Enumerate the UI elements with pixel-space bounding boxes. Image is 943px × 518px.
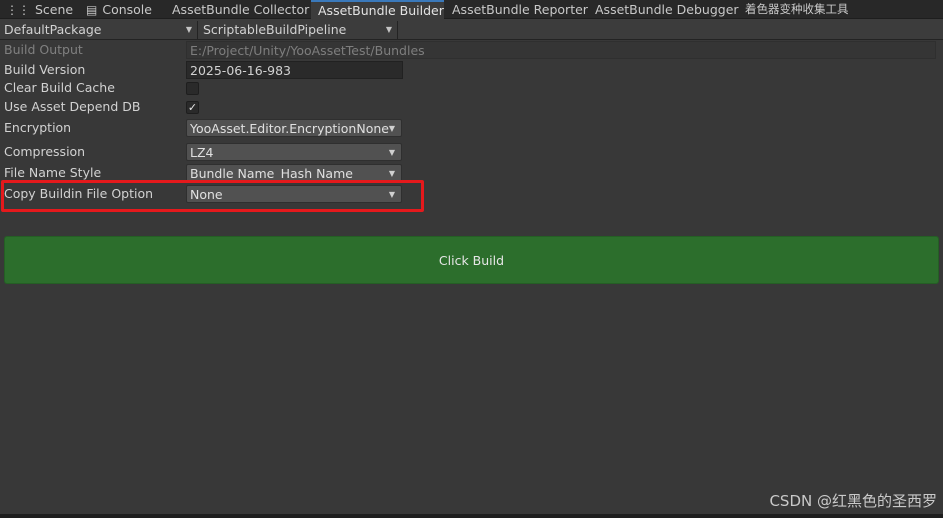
build-version-label: Build Version (4, 62, 86, 77)
tab-console[interactable]: ▤ Console (86, 0, 152, 19)
compression-value: LZ4 (190, 145, 214, 160)
chevron-down-icon: ▼ (185, 25, 192, 34)
tab-assetbundle-builder[interactable]: AssetBundle Builder (311, 0, 444, 19)
use-asset-depend-db-label: Use Asset Depend DB (4, 99, 141, 114)
grid-icon: ⋮⋮ (6, 3, 30, 17)
watermark: CSDN @红黑色的圣西罗 (769, 492, 937, 510)
clear-build-cache-label: Clear Build Cache (4, 80, 115, 95)
tab-collector-label: AssetBundle Collector (172, 2, 310, 17)
pipeline-dropdown[interactable]: ScriptableBuildPipeline ▼ (199, 21, 398, 39)
tab-builder-label: AssetBundle Builder (318, 3, 444, 18)
tab-shader-variant-collector[interactable]: 着色器变种收集工具 (745, 0, 849, 19)
bottom-edge (0, 514, 943, 518)
tab-assetbundle-collector[interactable]: AssetBundle Collector (172, 0, 309, 19)
build-output-field: E:/Project/Unity/YooAssetTest/Bundles (186, 41, 936, 59)
tab-reporter-label: AssetBundle Reporter (452, 2, 588, 17)
encryption-dropdown[interactable]: YooAsset.Editor.EncryptionNone ▼ (186, 119, 402, 137)
tab-shader-label: 着色器变种收集工具 (745, 2, 849, 16)
tab-assetbundle-debugger[interactable]: AssetBundle Debugger (595, 0, 739, 19)
encryption-value: YooAsset.Editor.EncryptionNone (190, 121, 389, 136)
build-output-label: Build Output (4, 42, 83, 57)
package-dropdown-value: DefaultPackage (4, 22, 102, 37)
click-build-button[interactable]: Click Build (4, 236, 939, 284)
compression-dropdown[interactable]: LZ4 ▼ (186, 143, 402, 161)
tab-scene[interactable]: ⋮⋮ Scene (6, 0, 73, 19)
file-name-style-value: Bundle Name_Hash Name (190, 166, 353, 181)
tab-debugger-label: AssetBundle Debugger (595, 2, 739, 17)
chevron-down-icon: ▼ (385, 25, 392, 34)
tab-console-label: Console (102, 2, 152, 17)
compression-label: Compression (4, 144, 86, 159)
highlight-box (1, 180, 424, 212)
clear-build-cache-checkbox[interactable] (186, 82, 199, 95)
use-asset-depend-db-checkbox[interactable]: ✓ (186, 101, 199, 114)
checkmark-icon: ✓ (187, 101, 198, 114)
editor-tab-bar: ⋮⋮ Scene ▤ Console AssetBundle Collector A… (0, 0, 943, 19)
chevron-down-icon: ▼ (388, 124, 395, 133)
pipeline-dropdown-value: ScriptableBuildPipeline (203, 22, 347, 37)
package-dropdown[interactable]: DefaultPackage ▼ (0, 21, 198, 39)
encryption-label: Encryption (4, 120, 72, 135)
chevron-down-icon: ▼ (388, 148, 395, 157)
build-version-field[interactable]: 2025-06-16-983 (186, 61, 403, 79)
tab-assetbundle-reporter[interactable]: AssetBundle Reporter (452, 0, 588, 19)
builder-toolbar: DefaultPackage ▼ ScriptableBuildPipeline… (0, 19, 943, 40)
tab-scene-label: Scene (35, 2, 74, 17)
console-icon: ▤ (86, 3, 98, 17)
